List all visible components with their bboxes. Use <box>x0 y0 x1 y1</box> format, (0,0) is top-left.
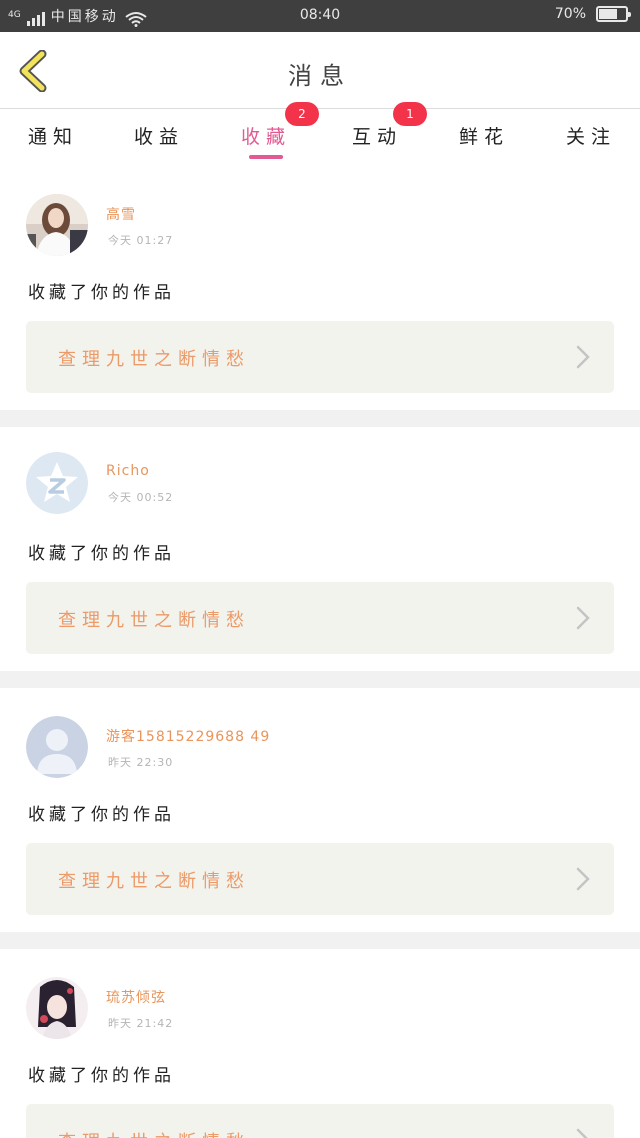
tab-notifications[interactable]: 通知 <box>28 122 78 149</box>
card-separator <box>0 410 640 427</box>
work-title: 查理九世之断情愁 <box>58 610 250 631</box>
work-link[interactable]: 查理九世之断情愁 <box>26 582 614 654</box>
action-text: 收藏了你的作品 <box>28 283 175 303</box>
action-text: 收藏了你的作品 <box>28 805 175 825</box>
tab-bar: 通知 收益 收藏 2 互动 1 鲜花 关注 <box>0 102 640 166</box>
username[interactable]: 游客15815229688 49 <box>106 726 270 746</box>
status-bar: 4G 中国移动 08:40 70% <box>0 0 640 32</box>
work-title: 查理九世之断情愁 <box>58 1128 250 1138</box>
message-card: 游客15815229688 49 昨天 22:30 收藏了你的作品 查理九世之断… <box>0 688 640 932</box>
work-link[interactable]: 查理九世之断情愁 <box>26 843 614 915</box>
battery-percent: 70% <box>554 6 586 22</box>
work-title: 查理九世之断情愁 <box>58 871 250 892</box>
username[interactable]: Richo <box>106 463 150 479</box>
message-card: Richo 今天 00:52 收藏了你的作品 查理九世之断情愁 <box>0 427 640 671</box>
active-tab-indicator <box>249 155 283 159</box>
battery-icon <box>596 6 631 22</box>
tab-flowers[interactable]: 鲜花 <box>459 122 509 149</box>
timestamp: 昨天 21:42 <box>108 1017 174 1030</box>
message-card: 琉苏倾弦 昨天 21:42 收藏了你的作品 查理九世之断情愁 <box>0 949 640 1138</box>
message-card: 高雪 今天 01:27 收藏了你的作品 查理九世之断情愁 <box>0 166 640 410</box>
card-separator <box>0 671 640 688</box>
tab-following[interactable]: 关注 <box>566 122 616 149</box>
nav-bar: 消息 <box>0 32 640 109</box>
chevron-right-icon <box>576 1128 588 1138</box>
chevron-right-icon <box>576 867 590 891</box>
chevron-right-icon <box>576 606 590 630</box>
username[interactable]: 琉苏倾弦 <box>106 987 166 1007</box>
battery-fill <box>599 9 617 19</box>
page-title: 消息 <box>288 62 352 90</box>
action-text: 收藏了你的作品 <box>28 1066 175 1086</box>
status-right: 70% <box>554 6 631 22</box>
favorites-badge: 2 <box>285 102 319 126</box>
timestamp: 昨天 22:30 <box>108 756 174 769</box>
user-avatar[interactable] <box>26 452 88 514</box>
user-avatar[interactable] <box>26 977 88 1039</box>
clock: 08:40 <box>299 7 341 23</box>
work-title: 查理九世之断情愁 <box>58 349 250 370</box>
tab-earnings[interactable]: 收益 <box>134 122 184 149</box>
action-text: 收藏了你的作品 <box>28 544 175 564</box>
message-feed: 高雪 今天 01:27 收藏了你的作品 查理九世之断情愁 Richo 今天 00… <box>0 166 640 1138</box>
timestamp: 今天 01:27 <box>108 234 174 247</box>
username[interactable]: 高雪 <box>106 204 136 224</box>
tab-favorites[interactable]: 收藏 <box>241 122 291 149</box>
timestamp: 今天 00:52 <box>108 491 174 504</box>
chevron-right-icon <box>576 345 590 369</box>
card-separator <box>0 932 640 949</box>
interactions-badge: 1 <box>393 102 427 126</box>
work-link[interactable]: 查理九世之断情愁 <box>26 1104 614 1138</box>
user-avatar[interactable] <box>26 194 88 256</box>
tab-interactions[interactable]: 互动 <box>352 122 402 149</box>
work-link[interactable]: 查理九世之断情愁 <box>26 321 614 393</box>
user-avatar[interactable] <box>26 716 88 778</box>
